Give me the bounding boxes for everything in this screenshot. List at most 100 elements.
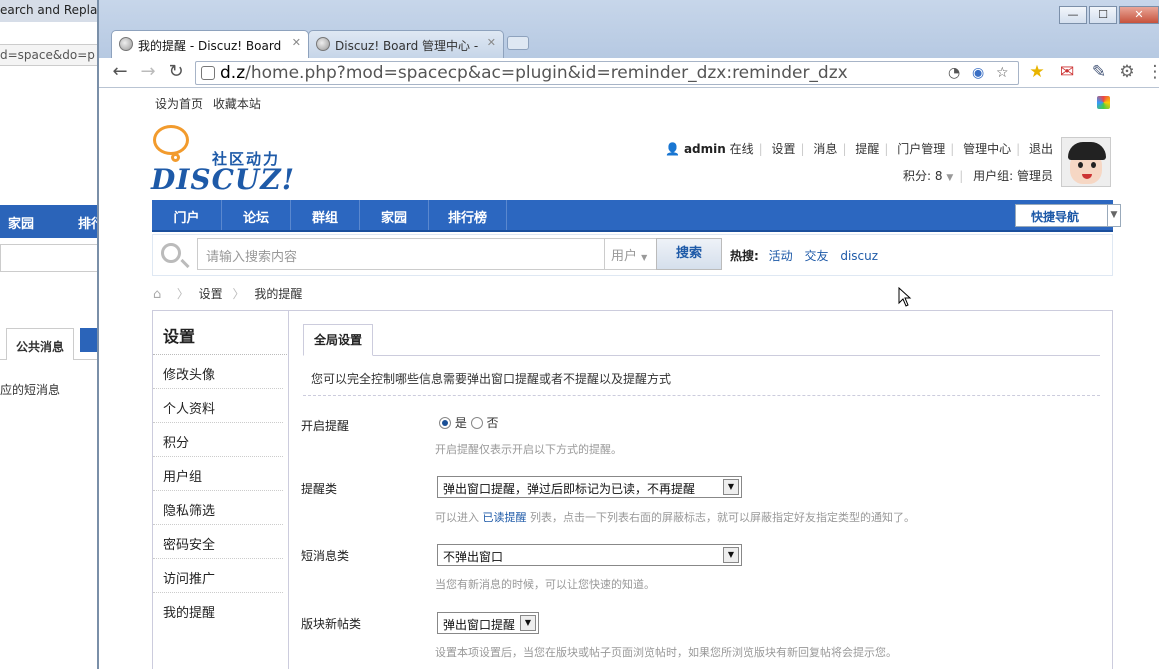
read-reminders-link[interactable]: 已读提醒: [483, 511, 527, 524]
user-group-link[interactable]: 用户组: 管理员: [973, 169, 1053, 183]
hot-search-term[interactable]: discuz: [840, 249, 878, 263]
site-logo[interactable]: 社区动力 DISCUZ!: [151, 125, 294, 196]
hot-search-term[interactable]: 活动: [769, 249, 793, 263]
background-window-text: 应的短消息: [0, 383, 61, 397]
portal-admin-link[interactable]: 门户管理: [897, 142, 945, 156]
new-tab-button[interactable]: [507, 36, 529, 50]
bookmark-star-icon[interactable]: ☆: [996, 65, 1009, 81]
tab-reminders[interactable]: 我的提醒 - Discuz! Board ✕: [111, 30, 309, 58]
globe-icon: [119, 37, 133, 51]
search-icon-handle: [180, 258, 190, 269]
nav-item-portal[interactable]: 门户: [152, 200, 222, 230]
search-icon: [161, 243, 181, 263]
breadcrumb-settings[interactable]: 设置: [199, 287, 223, 301]
sidebar-title: 设置: [153, 311, 289, 355]
description-divider: [303, 395, 1100, 396]
chevron-down-icon: ▼: [723, 547, 739, 563]
search-input[interactable]: 请输入搜索内容: [197, 238, 605, 270]
sidebar-item-privacy[interactable]: 隐私筛选: [153, 491, 283, 525]
credits-menu[interactable]: 积分: 8: [903, 169, 943, 183]
tab-admin-center[interactable]: Discuz! Board 管理中心 - ✕: [308, 30, 504, 58]
style-switch-icon[interactable]: [1097, 96, 1110, 109]
globe-icon: [316, 37, 330, 51]
enable-reminder-hint: 开启提醒仅表示开启以下方式的提醒。: [435, 443, 622, 456]
sidebar-item-reminders[interactable]: 我的提醒: [153, 593, 291, 627]
url-path: /home.php?mod=spacecp&ac=plugin&id=remin…: [245, 63, 848, 83]
page-content: 设为首页 收藏本站 社区动力 DISCUZ! 👤 admin 在线 | 设置 | 消…: [99, 89, 1159, 669]
pm-type-value: 不弹出窗口: [443, 550, 504, 564]
background-nav-item-home[interactable]: 家园: [8, 213, 34, 232]
avatar[interactable]: [1061, 137, 1111, 187]
nav-item-rankings[interactable]: 排行榜: [429, 200, 507, 230]
set-homepage-link[interactable]: 设为首页: [155, 97, 203, 111]
back-arrow-icon[interactable]: ←: [109, 62, 131, 84]
pm-type-select[interactable]: 不弹出窗口 ▼: [437, 544, 742, 566]
page-action-icon[interactable]: ◔: [948, 65, 960, 81]
forum-post-type-select[interactable]: 弹出窗口提醒 ▼: [437, 612, 539, 634]
reminder-type-select[interactable]: 弹出窗口提醒，弹过后即标记为已读，不再提醒 ▼: [437, 476, 742, 498]
avatar-eye: [1091, 162, 1096, 168]
pm-type-label: 短消息类: [301, 549, 350, 563]
radio-no[interactable]: [470, 417, 483, 429]
logo-wordmark: DISCUZ!: [151, 163, 296, 196]
address-bar[interactable]: d.z/home.php?mod=spacecp&ac=plugin&id=re…: [195, 61, 1019, 85]
forward-arrow-icon[interactable]: →: [137, 62, 159, 84]
reminders-link[interactable]: 提醒: [855, 142, 879, 156]
browser-toolbar: ← → ↻ d.z/home.php?mod=spacecp&ac=plugin…: [99, 58, 1159, 88]
search-type-value: 用户: [611, 249, 638, 264]
main-navigation: 门户 论坛 群组 家园 排行榜 快捷导航 ▼: [152, 200, 1121, 232]
forum-post-type-hint: 设置本项设置后，当您在版块或帖子页面浏览帖时，如果您所浏览版块有新回复帖将会提示…: [435, 646, 897, 659]
nav-item-groups[interactable]: 群组: [291, 200, 360, 230]
background-window-title: earch and Replac: [0, 0, 109, 22]
sidebar-item-password[interactable]: 密码安全: [153, 525, 283, 559]
logo-bubble-tail: [171, 153, 180, 162]
sidebar-item-avatar[interactable]: 修改头像: [153, 355, 283, 389]
tab-global-settings[interactable]: 全局设置: [303, 324, 373, 356]
background-window-url: d=space&do=p: [0, 44, 109, 66]
settings-wrench-icon[interactable]: ⚙: [1117, 62, 1137, 82]
close-icon[interactable]: ✕: [292, 36, 301, 49]
chevron-down-icon[interactable]: ▼: [1107, 204, 1121, 227]
mouse-cursor-icon: [898, 287, 912, 307]
eyedropper-extension-icon[interactable]: ✎: [1089, 62, 1109, 82]
close-icon[interactable]: ✕: [487, 36, 496, 49]
background-window-search-input[interactable]: [0, 244, 98, 272]
background-window-tab-public[interactable]: 公共消息: [6, 328, 74, 360]
tabs-divider: [303, 355, 1100, 356]
overflow-icon[interactable]: ⋮: [1145, 62, 1159, 82]
forum-post-type-value: 弹出窗口提醒: [443, 618, 516, 632]
close-window-button[interactable]: ✕: [1119, 6, 1159, 24]
reload-icon[interactable]: ↻: [165, 62, 187, 84]
messages-link[interactable]: 消息: [813, 142, 837, 156]
search-type-select[interactable]: 用户 ▼: [605, 238, 657, 270]
minimize-button[interactable]: —: [1059, 6, 1087, 24]
hot-search-label: 热搜:: [730, 249, 759, 263]
maximize-button[interactable]: ☐: [1089, 6, 1117, 24]
settings-link[interactable]: 设置: [772, 142, 796, 156]
admin-center-link[interactable]: 管理中心: [963, 142, 1011, 156]
quick-nav-button[interactable]: 快捷导航 ▼: [1015, 204, 1121, 227]
sidebar-item-promotion[interactable]: 访问推广: [153, 559, 283, 593]
bookmark-site-link[interactable]: 收藏本站: [213, 97, 261, 111]
nav-item-home[interactable]: 家园: [360, 200, 429, 230]
nav-item-forum[interactable]: 论坛: [222, 200, 291, 230]
background-window-nav: 家园 排行: [0, 205, 109, 238]
url-host: d.z: [220, 63, 246, 83]
extension-globe-icon[interactable]: ◉: [972, 65, 984, 81]
search-button[interactable]: 搜索: [656, 238, 722, 270]
sidebar-item-credits[interactable]: 积分: [153, 423, 283, 457]
forum-post-type-label: 版块新帖类: [301, 617, 362, 631]
star-extension-icon[interactable]: ★: [1027, 62, 1047, 82]
sidebar-item-usergroup[interactable]: 用户组: [153, 457, 283, 491]
radio-yes[interactable]: [439, 417, 451, 429]
hot-search-term[interactable]: 交友: [804, 249, 828, 263]
chevron-down-icon: ▼: [723, 479, 739, 495]
home-icon[interactable]: ⌂: [153, 287, 167, 302]
logout-link[interactable]: 退出: [1029, 142, 1053, 156]
username-link[interactable]: admin: [684, 142, 726, 156]
settings-sidebar: 设置 修改头像 个人资料 积分 用户组 隐私筛选 密码安全 访问推广 我的提醒: [152, 310, 291, 669]
mail-extension-icon[interactable]: ✉: [1057, 62, 1077, 82]
chevron-right-icon: 〉: [232, 287, 245, 301]
sidebar-item-profile[interactable]: 个人资料: [153, 389, 283, 423]
reminder-type-value: 弹出窗口提醒，弹过后即标记为已读，不再提醒: [443, 482, 696, 496]
